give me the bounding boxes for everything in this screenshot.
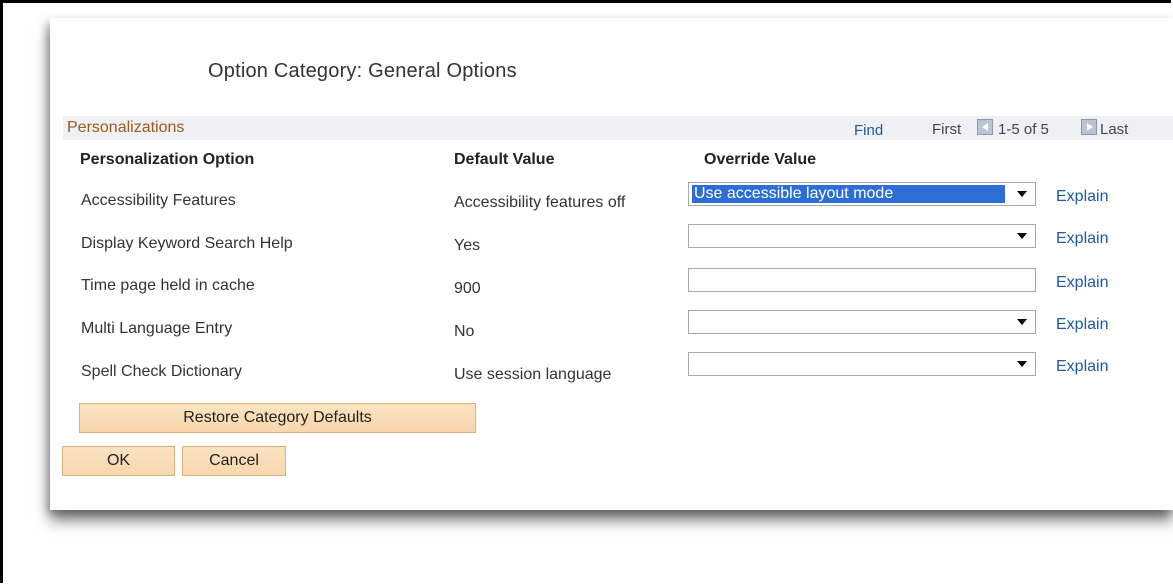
chevron-down-icon[interactable] [1017,191,1027,197]
override-input-value [692,271,1005,289]
explain-link[interactable]: Explain [1056,358,1108,376]
row-count: 1-5 of 5 [998,121,1049,138]
previous-icon[interactable] [977,119,993,135]
next-icon[interactable] [1081,119,1097,135]
override-selected-value [692,227,1005,245]
option-label: Display Keyword Search Help [81,235,293,252]
override-select[interactable]: Use accessible layout mode [688,182,1036,206]
chevron-down-icon[interactable] [1017,233,1027,239]
explain-link[interactable]: Explain [1056,230,1108,248]
option-label: Spell Check Dictionary [81,363,242,380]
override-select[interactable] [688,352,1036,376]
override-selected-value [692,355,1005,373]
option-label: Multi Language Entry [81,320,233,337]
ok-button[interactable]: OK [62,446,175,476]
override-selected-value: Use accessible layout mode [691,184,1006,204]
page-title: Option Category: General Options [208,60,517,82]
override-input[interactable] [688,268,1036,292]
override-selected-value [692,313,1005,331]
default-value: Yes [454,237,481,254]
option-label: Time page held in cache [81,277,255,294]
override-select[interactable] [688,310,1036,334]
chevron-down-icon[interactable] [1017,361,1027,367]
default-value: Use session language [454,366,612,383]
last-link[interactable]: Last [1100,121,1128,138]
default-value: No [454,323,475,340]
section-header: Personalizations Find First 1-5 of 5 Las… [63,116,1173,140]
option-label: Accessibility Features [81,192,236,209]
column-header-default: Default Value [454,151,555,168]
explain-link[interactable]: Explain [1056,274,1108,292]
find-link[interactable]: Find [854,122,883,139]
column-header-option: Personalization Option [80,151,255,168]
section-title: Personalizations [67,119,185,136]
explain-link[interactable]: Explain [1056,188,1108,206]
default-value: 900 [454,280,481,297]
column-header-override: Override Value [704,151,817,168]
first-link[interactable]: First [932,121,961,138]
cancel-button[interactable]: Cancel [182,446,286,476]
override-select[interactable] [688,224,1036,248]
explain-link[interactable]: Explain [1056,316,1108,334]
chevron-down-icon[interactable] [1017,319,1027,325]
default-value: Accessibility features off [454,194,626,211]
personalization-panel: Option Category: General Options Persona… [50,18,1173,510]
restore-defaults-button[interactable]: Restore Category Defaults [79,403,476,433]
